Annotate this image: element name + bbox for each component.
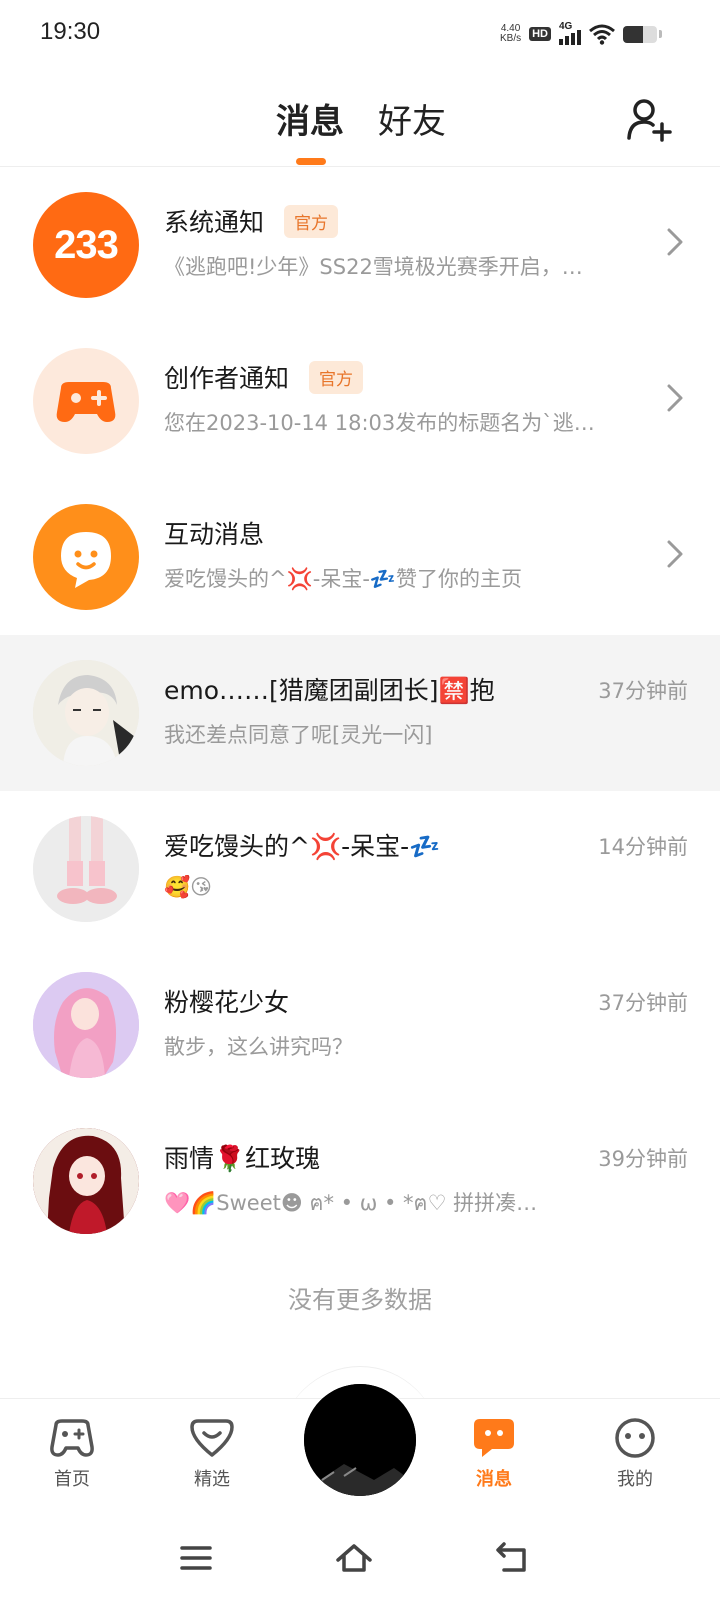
tab-messages[interactable]: 消息 bbox=[276, 94, 344, 143]
nav-profile-label: 我的 bbox=[617, 1469, 653, 1490]
conversation-title: 粉樱花少女 bbox=[164, 988, 290, 1017]
home-icon[interactable] bbox=[334, 1538, 374, 1578]
avatar-illustration bbox=[33, 660, 139, 766]
smile-chat-icon bbox=[61, 532, 111, 588]
header-tabs: 消息 好友 bbox=[0, 88, 720, 165]
user-avatar bbox=[33, 972, 139, 1078]
menu-icon[interactable] bbox=[176, 1538, 216, 1578]
message-time: 37分钟前 bbox=[598, 679, 688, 703]
hd-icon: HD bbox=[529, 27, 551, 41]
tab-friends[interactable]: 好友 bbox=[378, 94, 446, 143]
chevron-right-icon bbox=[667, 228, 683, 256]
message-time: 37分钟前 bbox=[598, 991, 688, 1015]
nav-messages[interactable]: 消息 bbox=[444, 1417, 544, 1491]
list-item[interactable]: 粉樱花少女 散步，这么讲究吗？ 37分钟前 bbox=[0, 947, 720, 1103]
face-icon bbox=[615, 1418, 655, 1458]
nav-featured[interactable]: 精选 bbox=[162, 1417, 262, 1491]
conversation-preview: 您在2023-10-14 18:03发布的标题名为`逃… bbox=[164, 411, 595, 435]
logo-233-text: 233 bbox=[54, 222, 119, 267]
nav-center-button[interactable] bbox=[304, 1384, 416, 1496]
center-avatar-image bbox=[304, 1384, 416, 1496]
message-icon bbox=[474, 1419, 514, 1457]
conversation-title: 互动消息 bbox=[164, 520, 265, 549]
network-speed: 4.40 KB/s bbox=[499, 23, 522, 44]
list-item[interactable]: 创作者通知 官方 您在2023-10-14 18:03发布的标题名为`逃… bbox=[0, 323, 720, 479]
conversation-preview: 散步，这么讲究吗？ bbox=[164, 1035, 353, 1059]
interaction-notice-avatar bbox=[33, 504, 139, 610]
status-bar: 19:30 4.40 KB/s HD 4G bbox=[0, 0, 720, 64]
conversation-title: 爱吃馒头的^💢-呆宝-💤 bbox=[164, 832, 441, 861]
message-time: 14分钟前 bbox=[598, 835, 688, 859]
wifi-icon bbox=[589, 24, 615, 45]
chevron-right-icon bbox=[667, 540, 683, 568]
list-item[interactable]: 爱吃馒头的^💢-呆宝-💤 🥰😘 14分钟前 bbox=[0, 791, 720, 947]
add-user-icon[interactable] bbox=[626, 96, 672, 142]
status-icons: 4.40 KB/s HD 4G bbox=[500, 20, 662, 48]
message-time: 39分钟前 bbox=[598, 1147, 688, 1171]
avatar-illustration bbox=[33, 816, 139, 922]
battery-icon bbox=[623, 25, 657, 43]
official-badge: 官方 bbox=[284, 204, 339, 238]
status-time: 19:30 bbox=[40, 18, 101, 45]
nav-messages-label: 消息 bbox=[476, 1469, 512, 1490]
user-avatar bbox=[33, 1128, 139, 1234]
system-notice-avatar: 233 bbox=[33, 192, 139, 298]
creator-notice-avatar bbox=[33, 348, 139, 454]
heart-chat-icon bbox=[190, 1419, 234, 1457]
back-icon[interactable] bbox=[492, 1538, 532, 1578]
conversation-preview: 爱吃馒头的^💢-呆宝-💤赞了你的主页 bbox=[164, 567, 523, 591]
nav-featured-label: 精选 bbox=[194, 1469, 230, 1490]
list-item[interactable]: 互动消息 爱吃馒头的^💢-呆宝-💤赞了你的主页 bbox=[0, 479, 720, 635]
nav-home[interactable]: 首页 bbox=[22, 1417, 122, 1491]
active-tab-indicator bbox=[296, 158, 326, 165]
list-item[interactable]: 雨情🌹红玫瑰 🩷🌈Sweet☻ ฅ* • ω • *ฅ♡ 拼拼凑… 39分钟前 bbox=[0, 1103, 720, 1259]
official-badge: 官方 bbox=[309, 360, 364, 394]
nav-home-label: 首页 bbox=[54, 1469, 90, 1490]
system-navigation bbox=[0, 1520, 720, 1600]
nav-profile[interactable]: 我的 bbox=[585, 1417, 685, 1491]
conversation-title: emo……[猎魔团副团长]🈲抱 bbox=[164, 676, 495, 705]
user-avatar bbox=[33, 816, 139, 922]
avatar-illustration bbox=[33, 1128, 139, 1234]
list-item[interactable]: emo……[猎魔团副团长]🈲抱 我还差点同意了呢[灵光一闪] 37分钟前 bbox=[0, 635, 720, 791]
end-of-list-text: 没有更多数据 bbox=[288, 1286, 432, 1314]
avatar-illustration bbox=[33, 972, 139, 1078]
gamepad-icon bbox=[50, 1419, 94, 1457]
conversation-list: 233 系统通知 官方 《逃跑吧!少年》SS22雪境极光赛季开启，… 创作者通知… bbox=[0, 167, 720, 1259]
conversation-preview: 《逃跑吧!少年》SS22雪境极光赛季开启，… bbox=[164, 255, 583, 279]
conversation-title: 雨情🌹红玫瑰 bbox=[164, 1144, 321, 1173]
gamepad-icon bbox=[56, 382, 116, 422]
conversation-preview: 我还差点同意了呢[灵光一闪] bbox=[164, 723, 433, 747]
list-item[interactable]: 233 系统通知 官方 《逃跑吧!少年》SS22雪境极光赛季开启，… bbox=[0, 167, 720, 323]
user-avatar bbox=[33, 660, 139, 766]
conversation-title: 系统通知 官方 bbox=[164, 203, 339, 239]
conversation-title: 创作者通知 官方 bbox=[164, 359, 364, 395]
conversation-preview: 🥰😘 bbox=[164, 875, 213, 899]
cellular-signal-icon: 4G bbox=[559, 21, 581, 45]
conversation-preview: 🩷🌈Sweet☻ ฅ* • ω • *ฅ♡ 拼拼凑… bbox=[164, 1191, 538, 1215]
chevron-right-icon bbox=[667, 384, 683, 412]
